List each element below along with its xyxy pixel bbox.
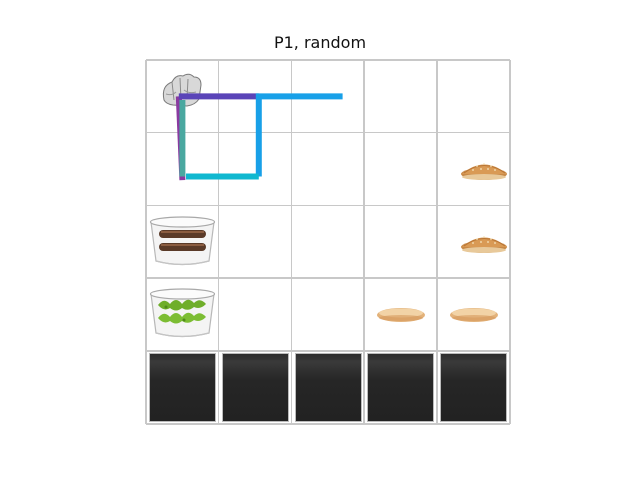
game-board	[145, 59, 511, 425]
trajectory-layer	[175, 93, 343, 181]
plot-title: P1, random	[273, 33, 367, 52]
trajectory-blue	[255, 93, 343, 177]
